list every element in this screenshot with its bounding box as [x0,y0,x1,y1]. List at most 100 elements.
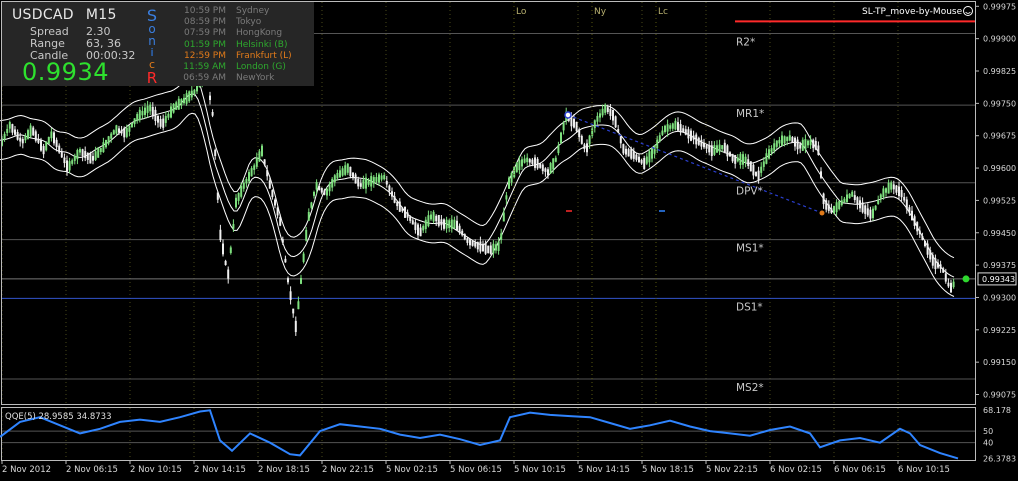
candle-body [521,159,523,167]
candle-body [287,278,289,283]
candle-body [3,133,6,140]
candle-body [747,159,750,166]
candle-body [409,216,412,221]
price-tick-label: 0.99675 [983,132,1016,141]
trend-handle-end[interactable] [819,210,825,216]
session-row: 11:59 AM London (G) [170,62,292,73]
candle-body [471,240,474,246]
candle-body [76,149,79,160]
candle-body [547,169,549,176]
candle-body [437,214,440,226]
candle-body [924,240,926,247]
candle-body [775,140,778,147]
price-tick-label: 0.99975 [983,2,1016,11]
candle-body [596,115,599,122]
candle-body [383,175,386,180]
candle-body [419,227,422,237]
candle-body [248,172,250,182]
candle-body [476,241,479,250]
candle-body [185,93,188,104]
candle-body [328,184,331,192]
script-label: SL-TP_move-by-Mouse [862,7,963,17]
candle-body [349,166,352,177]
candle-body [578,129,581,138]
candle-body [697,137,700,145]
candle-body [627,149,630,157]
candle-body [770,148,773,153]
candle-body [289,291,292,300]
candle-body [144,107,146,115]
candle-body [372,177,375,184]
candle-body [92,156,94,161]
session-row: 01:59 PM Helsinki (B) [170,40,292,51]
candle-body [357,179,360,187]
candle-body [138,109,141,121]
candle-body [479,241,482,252]
candle-body [648,151,651,163]
time-tick-label: 2 Nov 06:15 [66,465,118,475]
candle-body [167,113,170,118]
candle-body [552,158,555,170]
candle-body [229,247,232,254]
candle-body [489,245,492,254]
candle-body [752,164,755,176]
candle-body [21,138,24,144]
candle-body [679,124,682,133]
candle-body [908,207,911,213]
candle-body [45,141,48,151]
candle-body [729,152,731,157]
candle-body [684,129,687,135]
session-marker-label: Lc [658,7,668,17]
candle-body [84,151,87,159]
candle-body [788,135,791,141]
candle-body [635,154,638,160]
candle-body [950,282,952,293]
script-label-group[interactable]: SL-TP_move-by-Mouse [862,6,973,18]
pivot-label: DPV* [736,186,763,198]
candle-body [742,154,744,165]
candle-body [331,178,334,188]
candle-body [513,166,516,178]
candle-body [336,172,339,179]
candle-body [840,200,843,206]
candle-body [339,170,341,178]
price-tick-label: 0.99375 [983,261,1016,270]
candle-body [671,123,674,129]
candle-body [261,145,263,156]
candle-body [799,144,802,149]
time-tick-label: 5 Nov 18:15 [642,465,694,475]
candle-body [404,206,406,218]
trend-handle-start[interactable] [564,111,572,119]
candle-body [599,113,601,118]
candle-body [417,224,419,236]
market-sessions: 10:59 PM Sydney 08:59 PM Tokyo 07:59 PM Hon… [170,6,292,84]
candle-body [211,112,214,116]
price-tick-label: 0.99225 [983,326,1016,335]
candle-body [16,131,19,140]
candle-body [68,161,71,171]
candle-body [162,118,165,128]
candle-body [846,194,848,203]
candle-body [242,182,245,189]
candle-body [227,269,230,279]
candle-body [320,188,323,193]
candle-body [804,139,807,150]
session-city: London (G) [236,62,286,73]
time-tick-label: 2 Nov 18:15 [258,465,310,475]
candle-body [682,128,685,132]
candle-body [219,229,222,241]
candle-body [869,209,872,219]
candle-body [55,139,58,148]
candle-body [424,219,427,230]
candle-body [830,208,833,213]
candle-body [882,188,885,198]
session-row: 10:59 PM Sydney [170,6,292,17]
candle-body [235,197,237,208]
candle-body [253,165,256,170]
candle-body [141,110,144,116]
candle-body [432,211,435,222]
candle-body [952,281,955,288]
candle-body [794,137,796,147]
session-city: Tokyo [236,17,262,28]
candle-body [307,212,310,221]
